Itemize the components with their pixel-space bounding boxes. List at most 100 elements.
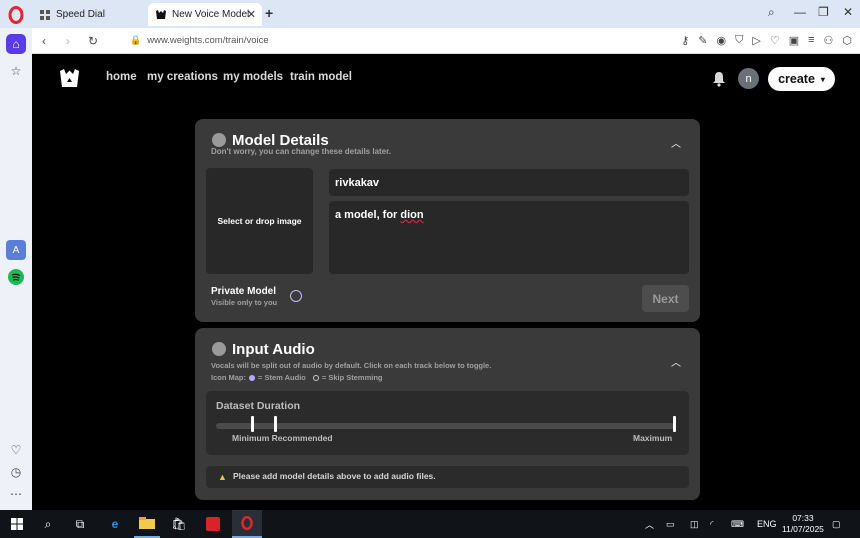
- create-button[interactable]: create ▾: [768, 67, 835, 91]
- spotify-icon[interactable]: [6, 267, 26, 287]
- close-window-icon[interactable]: ✕: [843, 5, 853, 19]
- weights-logo-icon[interactable]: [60, 69, 79, 87]
- minimize-icon[interactable]: —: [794, 5, 806, 19]
- chevron-up-icon[interactable]: ︿: [671, 135, 681, 150]
- bell-icon[interactable]: [712, 71, 726, 87]
- private-model-toggle[interactable]: [290, 290, 302, 302]
- key-icon[interactable]: ⚷: [681, 34, 689, 47]
- nav-my-creations[interactable]: my creations: [147, 71, 218, 83]
- image-dropzone[interactable]: Select or drop image: [206, 168, 313, 274]
- new-tab-icon[interactable]: +: [265, 5, 273, 21]
- description-misspelled-word: dion: [400, 209, 424, 221]
- extensions-icon[interactable]: ⬡: [842, 34, 852, 47]
- address-bar: ‹ › ↻ 🔒 www.weights.com/train/voice ⚷ ✎ ◉…: [32, 28, 860, 54]
- description-text: a model, for: [335, 209, 401, 221]
- skip-stemming-dot-icon: [312, 374, 319, 381]
- wifi-icon[interactable]: ◜: [710, 510, 714, 538]
- language-indicator[interactable]: ENG: [757, 510, 777, 538]
- lock-icon: 🔒: [130, 35, 142, 45]
- next-button[interactable]: Next: [642, 285, 689, 312]
- site-nav: home my creations my models train model …: [36, 57, 860, 100]
- back-icon[interactable]: ‹: [42, 34, 46, 48]
- weights-favicon-icon: [156, 9, 166, 20]
- nav-home[interactable]: home: [106, 71, 137, 83]
- section-title: Input Audio: [232, 341, 315, 358]
- section-subtitle: Vocals will be split out of audio by def…: [211, 361, 492, 370]
- dataset-duration-title: Dataset Duration: [216, 400, 301, 412]
- url-field[interactable]: 🔒 www.weights.com/train/voice: [130, 35, 269, 46]
- browser-tab-bar: Speed Dial New Voice Model ✕ + ⌕ — ❐ ✕: [0, 0, 860, 28]
- keyboard-icon[interactable]: ⌨: [731, 510, 744, 538]
- heart-icon[interactable]: ♡: [770, 34, 780, 47]
- minimum-recommended-label: Minimum Recommended: [232, 433, 333, 443]
- task-view-icon[interactable]: ⧉: [68, 510, 92, 538]
- tab-label: New Voice Model: [172, 9, 250, 20]
- image-dropzone-label: Select or drop image: [217, 216, 302, 226]
- app-red-icon[interactable]: [200, 510, 226, 538]
- browser-sidebar: ⌂ ☆ A ♡ ◷ ⋯: [0, 28, 32, 510]
- opera-taskbar-icon[interactable]: [232, 510, 262, 538]
- star-icon[interactable]: ☆: [6, 61, 26, 81]
- reload-icon[interactable]: ↻: [88, 34, 98, 48]
- windows-taskbar: ⌕ ⧉ e 🛍 ︿ ▭ ◫ ◜ ⌨ ENG 07:33 11/07/2025 ▢: [0, 510, 860, 538]
- edit-icon[interactable]: ✎: [698, 34, 707, 47]
- model-name-input[interactable]: rivkakav: [329, 169, 689, 196]
- heart-sidebar-icon[interactable]: ♡: [6, 440, 26, 460]
- chat-bubble-icon: [212, 133, 226, 147]
- nav-train-model[interactable]: train model: [290, 71, 352, 83]
- duration-track: [216, 423, 676, 429]
- avatar[interactable]: n: [738, 68, 759, 89]
- menu-icon[interactable]: ≡: [808, 34, 814, 47]
- opera-logo-icon[interactable]: [7, 6, 25, 24]
- tab-new-voice-model[interactable]: New Voice Model ✕: [148, 3, 262, 26]
- profile-icon[interactable]: ⚇: [824, 34, 834, 47]
- model-description-input[interactable]: a model, for dion: [329, 201, 689, 274]
- home-icon[interactable]: ⌂: [6, 34, 26, 54]
- file-explorer-icon[interactable]: [134, 510, 160, 538]
- store-icon[interactable]: 🛍: [166, 510, 192, 538]
- clock-date: 11/07/2025: [782, 524, 824, 534]
- show-hidden-icons[interactable]: ︿: [645, 510, 654, 538]
- skip-stemming-label: = Skip Stemming: [321, 373, 383, 382]
- play-icon[interactable]: ▷: [752, 34, 760, 47]
- restore-icon[interactable]: ❐: [818, 5, 829, 19]
- maximum-marker: [673, 416, 676, 432]
- edge-icon[interactable]: e: [102, 510, 128, 538]
- icon-map: Icon Map: = Stem Audio = Skip Stemming: [211, 373, 383, 382]
- warning-icon: ▲: [218, 472, 227, 482]
- windows-start-icon[interactable]: [4, 510, 30, 538]
- duration-marker: [251, 416, 254, 432]
- history-icon[interactable]: ◷: [6, 462, 26, 482]
- warning-text: Please add model details above to add au…: [233, 471, 436, 481]
- section-subtitle: Don't worry, you can change these detail…: [211, 147, 392, 156]
- search-taskbar-icon[interactable]: ⌕: [36, 510, 60, 538]
- meet-icon[interactable]: ◫: [690, 510, 699, 538]
- clock[interactable]: 07:33 11/07/2025: [782, 513, 824, 535]
- url-text: www.weights.com/train/voice: [147, 35, 269, 46]
- close-tab-icon[interactable]: ✕: [247, 8, 256, 21]
- warning-banner: ▲ Please add model details above to add …: [206, 466, 689, 488]
- maximum-label: Maximum: [633, 433, 673, 443]
- aria-icon[interactable]: A: [6, 240, 26, 260]
- tab-speed-dial[interactable]: Speed Dial: [32, 3, 144, 26]
- more-icon[interactable]: ⋯: [6, 484, 26, 504]
- private-model-subtitle: Visible only to you: [211, 298, 278, 307]
- shield-icon[interactable]: ⛉: [735, 34, 743, 47]
- clock-time: 07:33: [792, 513, 814, 523]
- search-icon[interactable]: ⌕: [768, 5, 775, 20]
- forward-icon[interactable]: ›: [66, 34, 70, 48]
- chevron-down-icon: ▾: [820, 74, 825, 84]
- notifications-icon[interactable]: ▢: [832, 510, 841, 538]
- nav-my-models[interactable]: my models: [223, 71, 283, 83]
- stem-audio-dot-icon: [249, 374, 255, 381]
- dataset-duration-panel: Dataset Duration Minimum Recommended Max…: [206, 391, 689, 455]
- camera-icon[interactable]: ◉: [716, 34, 726, 47]
- wallet-icon[interactable]: ▣: [789, 34, 799, 47]
- input-audio-card: Input Audio ︿ Vocals will be split out o…: [195, 328, 700, 500]
- tab-label: Speed Dial: [56, 9, 105, 20]
- model-details-card: Model Details Don't worry, you can chang…: [195, 119, 700, 322]
- battery-icon[interactable]: ▭: [666, 510, 675, 538]
- chevron-up-icon[interactable]: ︿: [671, 354, 681, 369]
- icon-map-label: Icon Map:: [211, 373, 246, 382]
- web-page: home my creations my models train model …: [36, 57, 860, 510]
